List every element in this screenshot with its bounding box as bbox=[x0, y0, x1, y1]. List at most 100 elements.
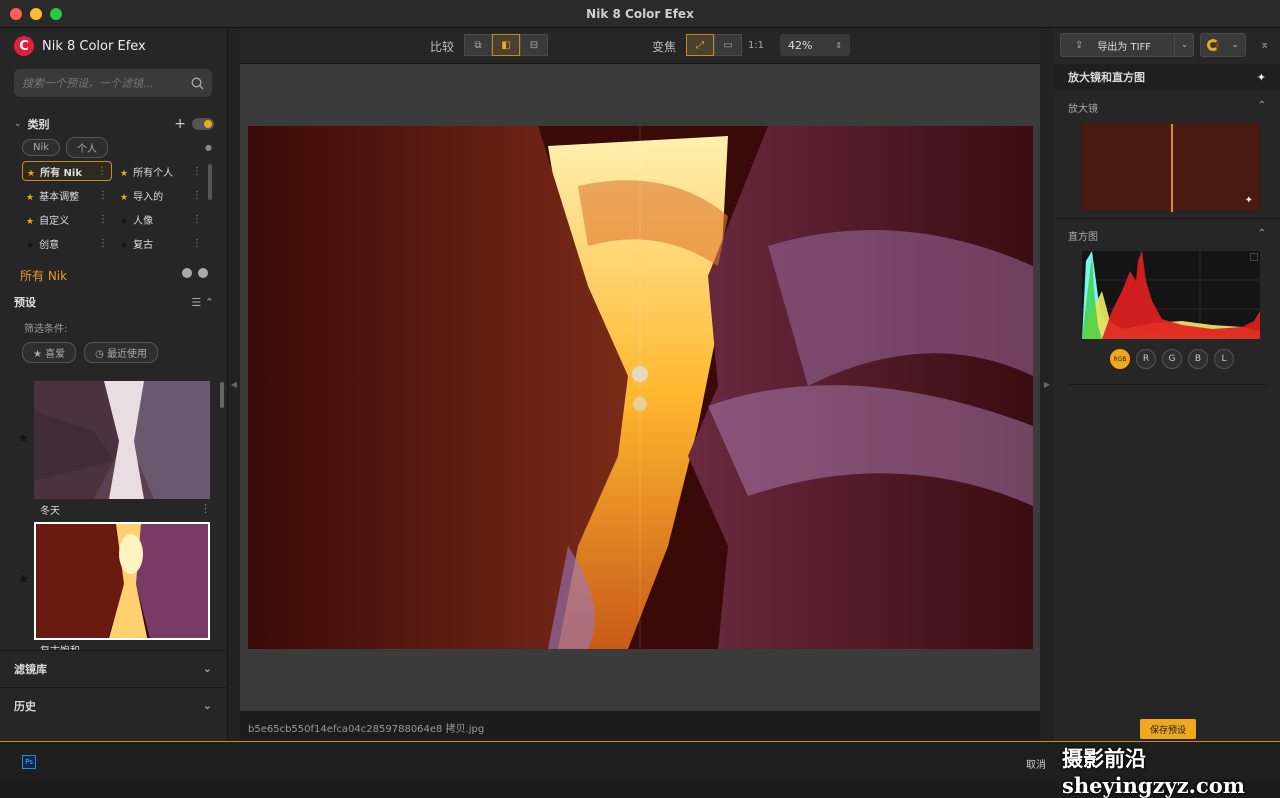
add-icon[interactable]: + bbox=[174, 116, 186, 132]
chevron-up-icon[interactable]: ⌃ bbox=[205, 296, 214, 309]
one-to-one-button[interactable]: 1:1 bbox=[742, 34, 770, 56]
star-icon[interactable]: ★ bbox=[120, 169, 128, 179]
collapse-top-icon[interactable]: ⌅ bbox=[1260, 38, 1269, 51]
channel-b[interactable]: B bbox=[1188, 349, 1208, 369]
search-icon[interactable] bbox=[191, 77, 204, 90]
zoom-select[interactable]: 42% ⇕ bbox=[780, 34, 850, 56]
more-icon[interactable]: ⋮ bbox=[98, 214, 108, 225]
fill-screen-button[interactable]: ▭ bbox=[714, 34, 742, 56]
category-basic[interactable]: ★ 基本调整 ⋮ bbox=[22, 185, 112, 205]
category-imported[interactable]: ★ 导入的 ⋮ bbox=[116, 185, 206, 205]
chevron-left-icon[interactable]: ◀ bbox=[231, 380, 237, 389]
window-title: Nik 8 Color Efex bbox=[586, 6, 694, 21]
chevron-up-icon[interactable]: ⌃ bbox=[1258, 100, 1266, 111]
maximize-window-button[interactable] bbox=[50, 8, 62, 20]
loupe-crosshair bbox=[1171, 124, 1173, 212]
image-canvas[interactable] bbox=[240, 64, 1040, 711]
next-category-icon[interactable] bbox=[198, 268, 208, 278]
category-portrait[interactable]: ★ 人像 ⋮ bbox=[116, 209, 206, 229]
pin-icon[interactable]: ✦ bbox=[1245, 195, 1253, 206]
search-input[interactable] bbox=[22, 76, 182, 90]
tag-personal[interactable]: 个人 bbox=[66, 137, 109, 158]
fit-screen-button[interactable]: ⤢ bbox=[686, 34, 714, 56]
prev-category-icon[interactable] bbox=[182, 268, 192, 278]
right-panel-collapse-handle[interactable]: ▶ bbox=[1040, 28, 1054, 741]
list-view-icon[interactable]: ☰ bbox=[191, 296, 201, 309]
swap-icon[interactable] bbox=[633, 397, 647, 411]
search-box[interactable] bbox=[14, 69, 212, 97]
star-icon[interactable]: ★ bbox=[120, 193, 128, 203]
category-label: 人像 bbox=[133, 215, 154, 227]
left-sidebar: C Nik 8 Color Efex ⌄ 类别 + Nik 个人 ● ★ 所有 N… bbox=[0, 28, 228, 741]
preset-thumbnail-vintage-saturated[interactable] bbox=[34, 522, 210, 640]
history-section[interactable]: 历史 ⌄ bbox=[0, 687, 228, 723]
compare-overlay-button[interactable]: ⧉ bbox=[464, 34, 492, 56]
photoshop-icon[interactable]: Ps bbox=[22, 755, 36, 769]
star-icon[interactable]: ★ bbox=[120, 241, 128, 251]
loupe-view[interactable]: ✦ bbox=[1082, 123, 1260, 212]
channel-rgb[interactable]: RGB bbox=[1110, 349, 1130, 369]
filter-recent[interactable]: ◷ 最近使用 bbox=[84, 342, 159, 363]
category-title: 类别 bbox=[27, 118, 50, 131]
stepper-icon[interactable]: ⇕ bbox=[835, 41, 842, 50]
category-nav bbox=[176, 268, 208, 281]
close-window-button[interactable] bbox=[10, 8, 22, 20]
export-options-button[interactable]: ⌄ bbox=[1174, 33, 1194, 57]
channel-g[interactable]: G bbox=[1162, 349, 1182, 369]
compare-split-button[interactable]: ◧ bbox=[492, 34, 520, 56]
more-icon[interactable]: ⋮ bbox=[98, 238, 108, 249]
category-toggle[interactable] bbox=[192, 118, 214, 130]
fit-icon: ⤢ bbox=[696, 39, 704, 51]
tag-nik[interactable]: Nik bbox=[22, 139, 61, 156]
clock-icon: ◷ bbox=[95, 349, 108, 360]
presets-header: 预设 ☰ ⌃ bbox=[14, 294, 214, 310]
pin-icon[interactable]: ✦ bbox=[1257, 71, 1266, 84]
chevron-down-icon[interactable]: ⌄ bbox=[203, 662, 212, 675]
minimize-window-button[interactable] bbox=[30, 8, 42, 20]
preset-scrollbar[interactable] bbox=[220, 382, 224, 408]
more-icon[interactable]: ⋮ bbox=[192, 238, 202, 249]
star-icon[interactable]: ★ bbox=[120, 217, 128, 227]
channel-l[interactable]: L bbox=[1214, 349, 1234, 369]
brand: C Nik 8 Color Efex bbox=[14, 36, 146, 56]
more-icon[interactable]: ⋮ bbox=[98, 190, 108, 201]
star-icon[interactable]: ★ bbox=[26, 193, 34, 203]
star-icon[interactable]: ★ bbox=[26, 217, 34, 227]
more-icon[interactable]: ⋮ bbox=[200, 502, 211, 515]
star-icon[interactable]: ★ bbox=[26, 241, 34, 251]
chevron-up-icon[interactable]: ⌃ bbox=[1258, 228, 1266, 239]
more-icon[interactable]: ⋮ bbox=[192, 214, 202, 225]
control-point-button[interactable]: ⌄ bbox=[1200, 33, 1246, 57]
photo-preview[interactable] bbox=[248, 126, 1033, 649]
compare-stack-button[interactable]: ⊟ bbox=[520, 34, 548, 56]
more-icon[interactable]: ⋮ bbox=[192, 190, 202, 201]
filter-favorite[interactable]: ★ 喜爱 bbox=[22, 342, 77, 363]
category-vintage[interactable]: ★ 复古 ⋮ bbox=[116, 233, 206, 253]
chevron-down-icon[interactable]: ⌄ bbox=[203, 699, 212, 712]
stack-view-icon: ⊟ bbox=[529, 39, 539, 51]
channel-r[interactable]: R bbox=[1136, 349, 1156, 369]
cancel-button[interactable]: 取消 bbox=[1026, 756, 1046, 771]
more-icon[interactable]: ⋮ bbox=[192, 166, 202, 177]
star-icon[interactable]: ★ bbox=[18, 431, 29, 445]
more-icon[interactable]: ⋮ bbox=[97, 166, 107, 177]
chevron-right-icon[interactable]: ▶ bbox=[1044, 380, 1050, 389]
star-icon[interactable]: ★ bbox=[27, 169, 35, 179]
category-all-nik[interactable]: ★ 所有 Nik ⋮ bbox=[22, 161, 112, 181]
category-all-personal[interactable]: ★ 所有个人 ⋮ bbox=[116, 161, 206, 181]
ring-icon bbox=[1207, 39, 1220, 51]
split-handle-icon[interactable] bbox=[632, 366, 648, 382]
export-label: 导出为 TIFF bbox=[1097, 41, 1152, 53]
star-icon[interactable]: ★ bbox=[18, 572, 29, 586]
chevron-down-icon[interactable]: ⌄ bbox=[14, 119, 22, 129]
settings-dot-icon[interactable]: ● bbox=[205, 143, 212, 152]
clipping-toggle[interactable] bbox=[1250, 253, 1258, 261]
category-scrollbar[interactable] bbox=[208, 164, 212, 200]
category-custom[interactable]: ★ 自定义 ⋮ bbox=[22, 209, 112, 229]
preset-thumbnail-winter[interactable] bbox=[34, 381, 210, 499]
left-panel-collapse-handle[interactable]: ◀ bbox=[228, 28, 240, 741]
category-creative[interactable]: ★ 创意 ⋮ bbox=[22, 233, 112, 253]
save-preset-button[interactable]: 保存预设 bbox=[1140, 719, 1196, 739]
chevron-down-icon: ⌄ bbox=[1180, 40, 1189, 50]
filter-library-section[interactable]: 滤镜库 ⌄ bbox=[0, 650, 228, 686]
